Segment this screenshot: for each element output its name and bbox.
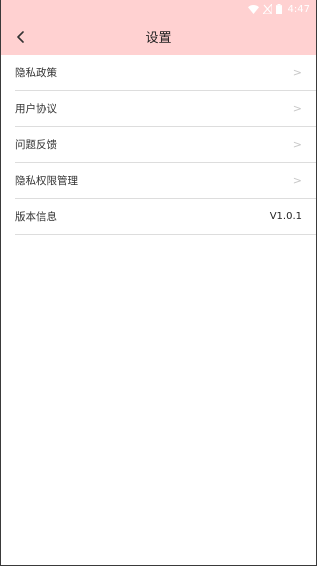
- no-signal-icon: [262, 4, 272, 14]
- settings-item-privacy-policy[interactable]: 隐私政策 >: [15, 55, 316, 91]
- settings-item-label: 问题反馈: [15, 139, 57, 151]
- settings-item-privacy-permissions[interactable]: 隐私权限管理 >: [15, 163, 316, 199]
- settings-item-label: 用户协议: [15, 103, 57, 115]
- settings-screen: 4:47 设置 隐私政策 > 用户协议 > 问题反馈 > 隐私权限管理 > 版本…: [0, 0, 317, 566]
- battery-icon: [275, 4, 282, 14]
- settings-item-user-agreement[interactable]: 用户协议 >: [15, 91, 316, 127]
- header-bar: 设置: [1, 18, 316, 55]
- chevron-right-icon: >: [292, 102, 302, 115]
- chevron-right-icon: >: [292, 174, 302, 187]
- settings-item-version-info[interactable]: 版本信息 V1.0.1: [15, 199, 316, 235]
- version-value: V1.0.1: [269, 211, 302, 222]
- chevron-right-icon: >: [292, 138, 302, 151]
- chevron-left-icon: [17, 30, 24, 43]
- settings-list: 隐私政策 > 用户协议 > 问题反馈 > 隐私权限管理 > 版本信息 V1.0.…: [1, 55, 316, 235]
- settings-item-feedback[interactable]: 问题反馈 >: [15, 127, 316, 163]
- chevron-right-icon: >: [292, 66, 302, 79]
- status-time: 4:47: [287, 3, 310, 15]
- page-title: 设置: [145, 31, 172, 46]
- settings-item-label: 隐私权限管理: [15, 175, 78, 187]
- wifi-icon: [247, 4, 259, 14]
- settings-item-label: 隐私政策: [15, 67, 57, 79]
- status-bar: 4:47: [1, 0, 316, 18]
- back-button[interactable]: [11, 27, 31, 47]
- settings-item-label: 版本信息: [15, 211, 57, 223]
